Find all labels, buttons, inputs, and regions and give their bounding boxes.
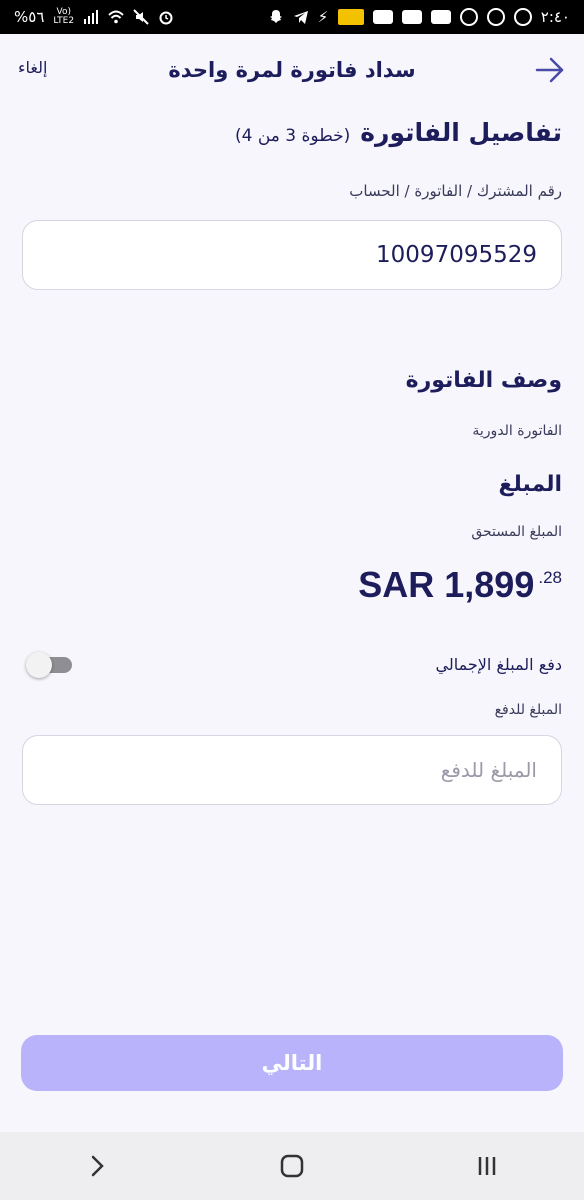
pay-amount-field[interactable]: المبلغ للدفع	[22, 735, 562, 805]
amount-title: المبلغ	[498, 472, 562, 497]
pay-amount-placeholder: المبلغ للدفع	[440, 758, 537, 782]
youtube-icon	[372, 10, 393, 24]
amount-decimal: .28	[538, 568, 562, 587]
status-left: %٥٦ Vo) LTE2	[14, 8, 174, 26]
toggle-thumb	[26, 652, 52, 678]
chevron-right-icon	[92, 1155, 105, 1177]
home-icon	[280, 1154, 304, 1178]
amount-integer: 1,899	[444, 564, 535, 605]
account-number-field[interactable]: 10097095529	[22, 220, 562, 290]
page-title: سداد فاتورة لمرة واحدة	[168, 58, 416, 82]
section-title: تفاصيل الفاتورة	[360, 118, 562, 147]
app-header: إلغاء سداد فاتورة لمرة واحدة	[0, 34, 584, 106]
snapchat-icon	[269, 10, 282, 23]
nav-recents-button[interactable]	[467, 1146, 507, 1186]
pay-full-toggle[interactable]	[26, 652, 74, 678]
signal-icon	[84, 10, 99, 24]
step-indicator: (خطوة 3 من 4)	[234, 126, 351, 146]
arrow-right-icon[interactable]	[534, 54, 566, 86]
b-app-icon	[513, 8, 532, 26]
nav-back-button[interactable]	[77, 1146, 117, 1186]
bill-details-header: تفاصيل الفاتورة (خطوة 3 من 4)	[22, 118, 562, 147]
status-bar: %٥٦ Vo) LTE2 ⚡ ٢:٤٠	[0, 0, 584, 34]
network-type: LTE2	[53, 16, 75, 26]
bill-description-title: وصف الفاتورة	[405, 368, 562, 393]
alarm-icon	[159, 11, 173, 25]
account-number-value: 10097095529	[376, 242, 537, 268]
next-button[interactable]: التالي	[21, 1035, 563, 1091]
due-amount-label: المبلغ المستحق	[471, 524, 562, 540]
network-label: Vo) LTE2	[53, 7, 75, 26]
bank-app-icon	[486, 8, 505, 26]
youtube-icon-3	[430, 10, 451, 24]
pay-amount-label: المبلغ للدفع	[494, 702, 562, 718]
due-amount: SAR 1,899.28	[358, 564, 562, 606]
clock: ٢:٤٠	[540, 8, 570, 26]
wifi-icon	[108, 10, 124, 24]
app-icon	[459, 8, 478, 26]
amount-currency: SAR	[358, 564, 435, 605]
youtube-icon-2	[401, 10, 422, 24]
account-label: رقم المشترك / الفاتورة / الحساب	[349, 182, 562, 200]
telegram-icon	[293, 11, 308, 24]
nav-home-button[interactable]	[272, 1146, 312, 1186]
mute-icon	[133, 9, 149, 25]
news-app-icon	[337, 9, 364, 25]
pay-full-label: دفع المبلغ الإجمالي	[435, 655, 562, 674]
bill-description-value: الفاتورة الدورية	[472, 423, 562, 439]
battery-percent: %٥٦	[14, 8, 45, 26]
notification-icon: ⚡	[317, 8, 329, 26]
recents-icon	[478, 1157, 495, 1175]
status-right: ⚡ ٢:٤٠	[268, 8, 570, 26]
cancel-link[interactable]: إلغاء	[18, 58, 47, 77]
system-nav-bar	[0, 1132, 584, 1200]
